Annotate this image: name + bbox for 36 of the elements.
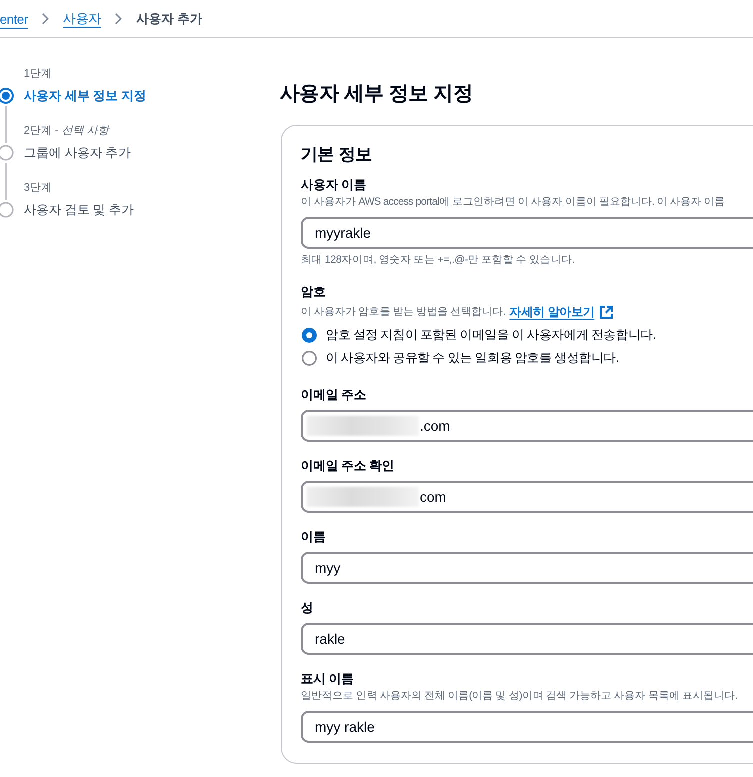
page-title: 사용자 세부 정보 지정 (280, 82, 474, 107)
field-description: 이 사용자가 암호를 받는 방법을 선택합니다. (301, 305, 506, 320)
radio-option-label[interactable]: 암호 설정 지침이 포함된 이메일을 이 사용자에게 전송합니다. (326, 326, 656, 344)
step-number: 1단계 (24, 67, 54, 82)
field-label: 이름 (301, 529, 326, 546)
step-connector (5, 106, 7, 143)
field-label: 이메일 주소 확인 (301, 458, 394, 475)
field-label: 이메일 주소 (301, 387, 366, 404)
step-connector (5, 163, 7, 200)
step-link[interactable]: 사용자 세부 정보 지정 (24, 86, 280, 106)
section-title: 기본 정보 (301, 144, 374, 166)
text-input[interactable]: rakle (301, 623, 753, 655)
field-label: 표시 이름 (301, 671, 354, 688)
text-input[interactable]: myy rakle (301, 711, 753, 743)
radio-button[interactable] (302, 328, 317, 342)
breadcrumb-link[interactable]: 사용자 (63, 10, 102, 28)
field-description: 이 사용자가 AWS access portal에 로그인하려면 이 사용자 이름이 필요합니다. 이 사용자 이름 (301, 195, 726, 210)
learn-more-link[interactable]: 자세히 알아보기 (510, 303, 613, 321)
breadcrumb-current: 사용자 추가 (136, 10, 203, 28)
chevron-right-icon (42, 13, 50, 25)
external-link-icon (600, 306, 613, 318)
step-link[interactable]: 사용자 검토 및 추가 (24, 200, 280, 220)
radio-button[interactable] (302, 350, 317, 366)
field-label: 암호 (301, 284, 326, 301)
constraint-hint: 최대 128자이며, 영숫자 또는 +=,.@-만 포함할 수 있습니다. (301, 253, 576, 268)
radio-option-label[interactable]: 이 사용자와 공유할 수 있는 일회용 암호를 생성합니다. (326, 349, 619, 367)
field-description: 일반적으로 인력 사용자의 전체 이름(이름 및 성)이며 검색 가능하고 사용자 목록에 표시됩니다. (301, 689, 739, 704)
step-number: 2단계 - 선택 사항 (24, 124, 111, 139)
step-number: 3단계 (24, 181, 54, 196)
chevron-right-icon (115, 13, 122, 25)
field-label: 사용자 이름 (301, 177, 366, 194)
breadcrumb-link[interactable]: enter (0, 12, 28, 26)
field-label: 성 (301, 600, 314, 617)
step-link[interactable]: 그룹에 사용자 추가 (24, 143, 280, 163)
text-input[interactable]: myy (301, 552, 753, 584)
text-input[interactable]: myyrakle (301, 217, 753, 249)
